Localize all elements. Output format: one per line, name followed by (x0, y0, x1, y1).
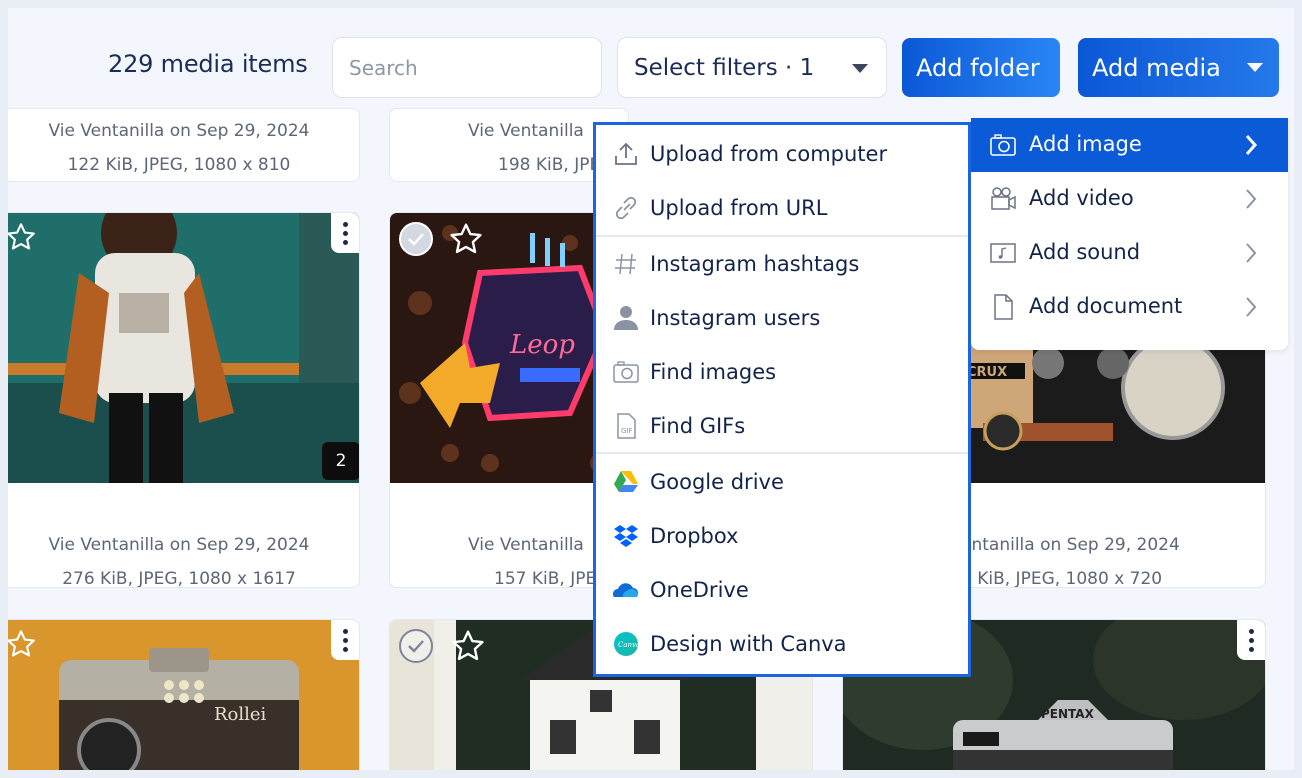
select-check-icon[interactable] (398, 221, 434, 261)
camera-icon (990, 134, 1016, 156)
menu-item-label: Upload from URL (650, 196, 828, 220)
menu-item-label: Upload from computer (650, 142, 888, 166)
chevron-down-icon (1247, 63, 1263, 72)
submenu-item-add-video[interactable]: Add video (971, 172, 1288, 226)
submenu-item-label: Add image (1029, 132, 1142, 156)
media-card[interactable]: Vie Ventanilla on Sep 29, 2024 122 KiB, … (8, 108, 360, 182)
card-author-date: Vie Ventanilla on Sep 29, 2024 (48, 121, 310, 141)
svg-text:Rollei: Rollei (214, 704, 267, 725)
media-card[interactable]: Rollei (8, 619, 360, 770)
svg-text:Leop: Leop (509, 330, 575, 360)
add-media-submenu: Add image Add video Add sound Add docume… (971, 118, 1288, 350)
add-media-dropdown: Upload from computer Upload from URL Ins… (593, 122, 971, 677)
menu-item-label: Find GIFs (650, 414, 746, 438)
hashtag-icon (615, 253, 636, 275)
menu-item-label: Google drive (650, 470, 784, 494)
media-count: 229 media items (108, 50, 308, 78)
menu-item-upload-url[interactable]: Upload from URL (596, 181, 968, 235)
filters-select[interactable]: Select filters · 1 (617, 37, 887, 98)
menu-item-instagram-hashtags[interactable]: Instagram hashtags (596, 237, 968, 291)
canva-icon: Canva (614, 632, 640, 656)
menu-item-canva[interactable]: Canva Design with Canva (596, 617, 968, 671)
filters-label: Select filters · 1 (634, 54, 815, 81)
media-thumbnail (8, 213, 359, 483)
onedrive-icon (613, 583, 638, 597)
submenu-item-label: Add document (1029, 294, 1183, 318)
menu-item-label: Instagram hashtags (650, 252, 860, 276)
submenu-item-add-sound[interactable]: Add sound (971, 226, 1288, 280)
add-folder-button[interactable]: Add folder (902, 38, 1060, 97)
menu-divider (596, 452, 968, 454)
card-file-info: 122 KiB, JPEG, 1080 x 810 (67, 155, 291, 175)
camera-icon (613, 361, 639, 383)
more-options-icon[interactable] (1237, 620, 1265, 660)
chevron-right-icon (1245, 135, 1258, 155)
user-icon (614, 306, 638, 330)
more-options-icon[interactable] (331, 213, 359, 253)
document-icon (994, 294, 1013, 320)
media-library: 229 media items Select filters · 1 Add f… (8, 8, 1294, 770)
favorite-star-icon[interactable] (448, 221, 484, 261)
submenu-item-label: Add sound (1029, 240, 1141, 264)
item-count-badge: 2 (322, 442, 359, 480)
menu-item-label: Design with Canva (650, 632, 847, 656)
search-input[interactable] (332, 37, 602, 98)
gif-file-icon: GIF (617, 413, 636, 439)
menu-item-label: Dropbox (650, 524, 739, 548)
menu-item-google-drive[interactable]: Google drive (596, 455, 968, 509)
svg-text:PENTAX: PENTAX (1041, 707, 1095, 721)
dropbox-icon (614, 525, 638, 547)
more-options-icon[interactable] (331, 620, 359, 660)
menu-item-label: Find images (650, 360, 777, 384)
sound-file-icon (990, 243, 1016, 263)
svg-text:GIF: GIF (621, 427, 633, 435)
menu-item-instagram-users[interactable]: Instagram users (596, 291, 968, 345)
menu-item-label: Instagram users (650, 306, 821, 330)
menu-item-upload-computer[interactable]: Upload from computer (596, 127, 968, 181)
favorite-star-icon[interactable] (450, 628, 486, 668)
media-card[interactable]: 2 Vie Ventanilla on Sep 29, 2024 276 KiB… (8, 212, 360, 588)
favorite-star-icon[interactable] (8, 221, 37, 257)
submenu-item-add-image[interactable]: Add image (971, 118, 1288, 172)
google-drive-icon (614, 471, 638, 492)
submenu-item-add-document[interactable]: Add document (971, 280, 1288, 334)
svg-text:CRUX: CRUX (967, 365, 1007, 380)
chevron-down-icon (852, 64, 868, 73)
menu-item-onedrive[interactable]: OneDrive (596, 563, 968, 617)
submenu-item-label: Add video (1029, 186, 1134, 210)
card-file-info: 276 KiB, JPEG, 1080 x 1617 (62, 569, 296, 588)
menu-item-find-images[interactable]: Find images (596, 345, 968, 399)
card-author-date: Vie Ventanilla on Sep 29, 2024 (48, 535, 310, 555)
upload-icon (615, 142, 637, 165)
menu-item-label: OneDrive (650, 578, 749, 602)
svg-text:Canva: Canva (618, 641, 640, 649)
chevron-right-icon (1246, 189, 1257, 209)
add-media-label: Add media (1092, 53, 1221, 82)
add-media-button[interactable]: Add media (1078, 38, 1279, 97)
link-icon (615, 196, 637, 220)
menu-item-find-gifs[interactable]: GIF Find GIFs (596, 399, 968, 453)
favorite-star-icon[interactable] (8, 628, 37, 664)
menu-item-dropbox[interactable]: Dropbox (596, 509, 968, 563)
select-check-icon[interactable] (398, 628, 434, 668)
chevron-right-icon (1246, 243, 1257, 263)
chevron-right-icon (1246, 297, 1257, 317)
media-thumbnail: Rollei (8, 620, 359, 770)
video-camera-icon (991, 187, 1016, 210)
